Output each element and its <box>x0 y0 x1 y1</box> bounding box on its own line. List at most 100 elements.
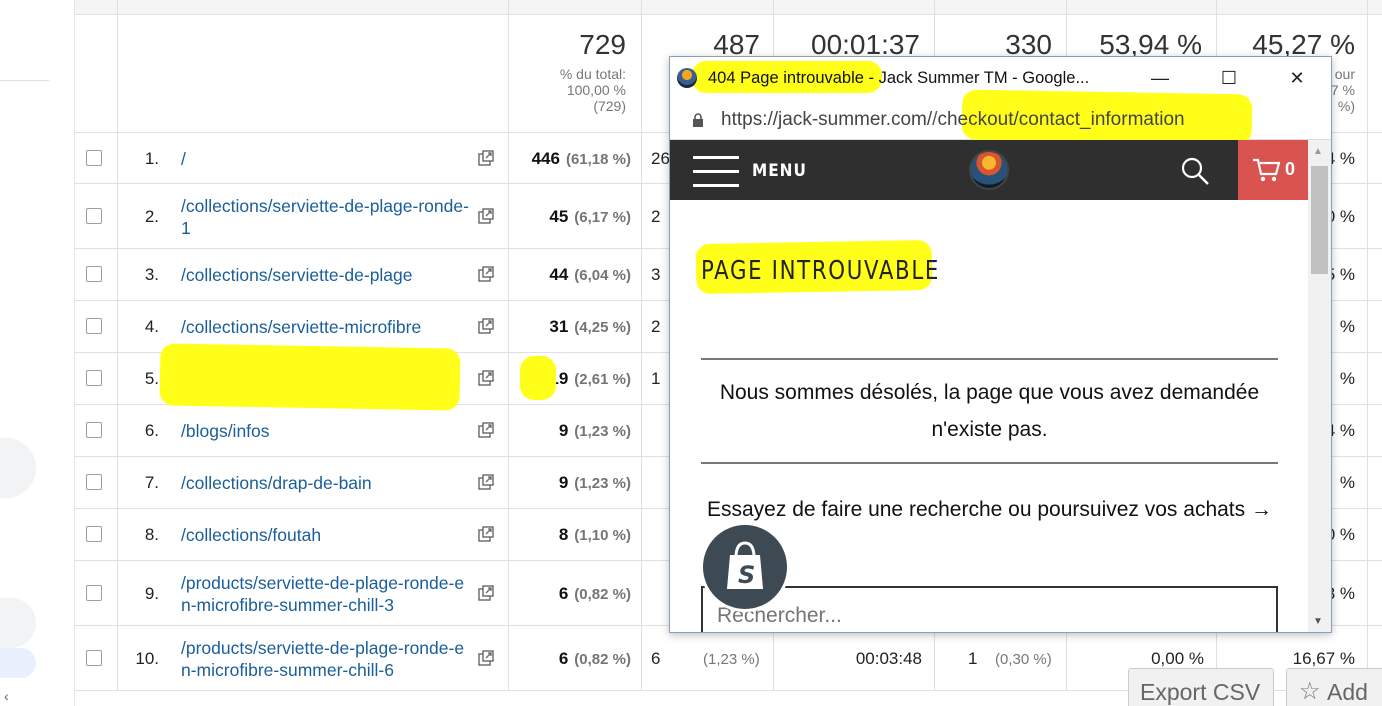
star-icon: ☆ <box>1299 678 1321 705</box>
sidebar-shape <box>0 598 36 648</box>
open-external-icon[interactable] <box>478 318 494 334</box>
cart-count: 0 <box>1285 159 1296 179</box>
row-checkbox[interactable] <box>86 149 102 166</box>
open-external-icon[interactable] <box>478 649 494 666</box>
pageviews-count: 9 <box>558 473 569 492</box>
entrances-value: 1 <box>968 648 978 668</box>
page-path-link[interactable]: /collections/foutah <box>181 524 471 546</box>
highlight-mark <box>520 356 556 400</box>
open-external-icon[interactable] <box>478 207 494 224</box>
row-checkbox[interactable] <box>86 370 102 386</box>
avg-time-value: 00:03:48 <box>855 648 922 668</box>
export-csv-button[interactable]: Export CSV <box>1128 668 1274 706</box>
page-path-link[interactable]: /products/serviette-de-plage-ronde-en-mi… <box>181 572 471 616</box>
entrances-percent: (0,30 %) <box>995 650 1052 668</box>
pageviews-value: 31 (4,25 %) <box>509 317 631 337</box>
menu-label[interactable]: MENU <box>752 161 807 181</box>
search-field[interactable] <box>701 586 1278 632</box>
row-index: 2. <box>144 206 159 226</box>
row-checkbox[interactable] <box>86 474 102 490</box>
scrollbar[interactable]: ▲ ▼ <box>1308 140 1331 632</box>
svg-text:S: S <box>738 561 755 589</box>
page-path-link[interactable]: /collections/serviette-microfibre <box>181 316 471 338</box>
site-logo[interactable] <box>969 150 1009 190</box>
pageviews-count: 44 <box>549 265 569 284</box>
close-button[interactable]: ✕ <box>1282 65 1312 91</box>
pageviews-count: 6 <box>558 648 569 668</box>
cart-button[interactable]: 0 <box>1238 140 1308 200</box>
open-external-icon[interactable] <box>478 149 494 166</box>
popup-window[interactable]: 404 Page introuvable - Jack Summer TM - … <box>669 56 1332 633</box>
search-input[interactable] <box>717 604 1257 628</box>
row-checkbox[interactable] <box>86 266 102 282</box>
page-viewport: MENU 0 PAGE INTROUVABLE Nous sommes déso… <box>670 140 1308 632</box>
row-checkbox[interactable] <box>86 422 102 438</box>
open-external-icon[interactable] <box>478 474 494 490</box>
address-bar[interactable]: https://jack-summer.com//checkout/contac… <box>670 89 1331 145</box>
row-index: 6. <box>144 421 159 440</box>
row-checkbox[interactable] <box>86 207 102 224</box>
open-external-icon[interactable] <box>478 584 494 601</box>
unique-views-value: 2 <box>651 206 661 226</box>
not-found-message: Nous sommes désolés, la page que vous av… <box>719 381 1260 441</box>
pageviews-value: 6 (0,82 %) <box>509 649 631 669</box>
row-index: 7. <box>144 473 159 492</box>
row-index: 4. <box>144 317 159 336</box>
suggestion-text[interactable]: Essayez de faire une recherche ou poursu… <box>701 491 1278 528</box>
site-favicon-icon <box>677 68 697 88</box>
pageviews-percent: (61,18 %) <box>565 150 631 168</box>
row-index: 9. <box>144 583 159 603</box>
page-path-link[interactable]: / <box>181 148 471 170</box>
url-text[interactable]: https://jack-summer.com//checkout/contac… <box>721 109 1185 131</box>
chevron-left-icon[interactable]: ‹ <box>4 688 9 704</box>
unique-views-percent: (1,23 %) <box>703 650 760 668</box>
minimize-button[interactable]: — <box>1145 65 1175 91</box>
highlight-mark <box>159 343 461 411</box>
left-sidebar: ‹ <box>0 0 75 706</box>
page-path-link[interactable]: /collections/drap-de-bain <box>181 472 471 494</box>
open-external-icon[interactable] <box>478 370 494 386</box>
unique-views-value: 2 <box>651 317 661 336</box>
unique-views-value: 6 <box>651 648 661 668</box>
search-icon[interactable] <box>1180 156 1210 186</box>
scroll-down-icon[interactable]: ▼ <box>1313 616 1323 627</box>
row-index: 1. <box>144 148 159 168</box>
row-checkbox[interactable] <box>86 526 102 542</box>
page-path-link[interactable]: /products/serviette-de-plage-ronde-en-mi… <box>181 637 471 681</box>
row-checkbox[interactable] <box>86 649 102 666</box>
shop-navbar: MENU 0 <box>670 140 1308 200</box>
table-top-strip <box>75 0 1382 15</box>
maximize-button[interactable]: ☐ <box>1214 65 1244 91</box>
page-path-link[interactable]: /blogs/infos <box>181 420 471 442</box>
sidebar-divider <box>0 80 49 81</box>
open-external-icon[interactable] <box>478 526 494 542</box>
add-button[interactable]: ☆ Add <box>1286 668 1382 706</box>
unique-views-value: 1 <box>651 369 661 388</box>
pageviews-percent: (1,10 %) <box>574 527 631 544</box>
shopify-bag-icon: S <box>700 522 790 612</box>
pageviews-value: 9 (1,23 %) <box>509 421 631 441</box>
row-checkbox[interactable] <box>86 318 102 334</box>
row-index: 3. <box>144 265 159 284</box>
scroll-up-icon[interactable]: ▲ <box>1313 146 1323 157</box>
pageviews-percent: (4,25 %) <box>574 319 631 336</box>
pageviews-count: 45 <box>549 206 569 226</box>
row-index: 8. <box>144 525 159 544</box>
pageviews-value: 446 (61,18 %) <box>509 149 631 169</box>
open-external-icon[interactable] <box>478 422 494 438</box>
open-external-icon[interactable] <box>478 266 494 282</box>
row-checkbox[interactable] <box>86 584 102 601</box>
sidebar-shape <box>0 648 36 678</box>
hamburger-menu-icon[interactable] <box>693 156 739 188</box>
pageviews-value: 45 (6,17 %) <box>509 207 631 227</box>
row-index: 10. <box>135 648 159 668</box>
divider <box>701 358 1278 360</box>
pageviews-count: 8 <box>558 525 569 544</box>
unique-views-value: 3 <box>651 265 661 284</box>
scrollbar-thumb[interactable] <box>1311 166 1328 274</box>
page-path-link[interactable]: /collections/serviette-de-plage-ronde-1 <box>181 195 471 239</box>
pageviews-count: 446 <box>531 148 560 168</box>
total-views: 729 <box>579 29 626 60</box>
page-path-link[interactable]: /collections/serviette-de-plage <box>181 264 471 286</box>
pageviews-percent: (0,82 %) <box>574 650 631 668</box>
